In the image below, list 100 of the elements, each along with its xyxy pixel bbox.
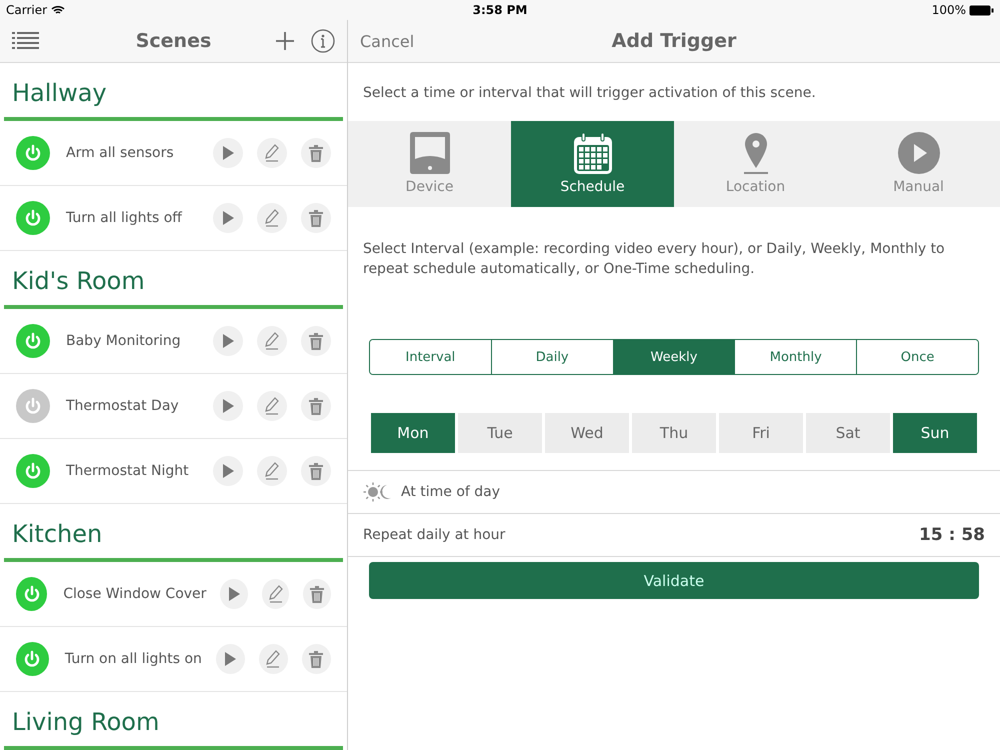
trash-icon (309, 650, 324, 668)
edit-button[interactable] (258, 644, 288, 674)
scene-name: Arm all sensors (66, 145, 175, 161)
edit-button[interactable] (257, 326, 287, 356)
delete-button[interactable] (301, 456, 331, 486)
scene-row[interactable]: Turn all lights off (0, 186, 347, 251)
power-icon (24, 332, 42, 350)
sun-moon-icon (363, 482, 393, 502)
cancel-button[interactable]: Cancel (360, 32, 414, 50)
interval-description: Select Interval (example: recording video every hour), or Daily, Weekly, Monthly to repeat schedule automatically, or One-Time scheduling. (362, 240, 946, 279)
power-icon (23, 650, 42, 668)
power-toggle[interactable] (16, 324, 50, 358)
power-toggle[interactable] (16, 577, 48, 611)
trash-icon (309, 144, 323, 162)
play-icon (222, 146, 234, 160)
repeat-row[interactable]: Repeat daily at hour 15 : 58 (348, 513, 1000, 556)
day-button[interactable]: Sat (806, 413, 890, 453)
group-name: Kid's Room (12, 267, 145, 295)
trigger-type-tab[interactable]: Schedule (511, 121, 674, 207)
pencil-icon (265, 650, 282, 668)
frequency-segment[interactable]: Weekly (612, 340, 734, 374)
play-icon (222, 399, 234, 413)
pencil-icon (264, 332, 280, 350)
calendar-icon (572, 133, 612, 175)
power-icon (24, 397, 42, 415)
scene-row[interactable]: Close Window Cover (0, 562, 347, 627)
edit-button[interactable] (257, 138, 287, 168)
pencil-icon (264, 397, 280, 415)
power-toggle[interactable] (16, 454, 50, 488)
play-icon (224, 652, 236, 666)
power-toggle[interactable] (16, 389, 50, 423)
scene-row[interactable]: Thermostat Night (0, 439, 347, 504)
day-button[interactable]: Wed (545, 413, 629, 453)
trigger-type-tab[interactable]: Device (348, 121, 511, 207)
power-toggle[interactable] (16, 642, 49, 676)
carrier-label: Carrier (6, 3, 48, 17)
delete-button[interactable] (301, 326, 331, 356)
delete-button[interactable] (301, 391, 331, 421)
group-name: Kitchen (12, 520, 102, 548)
scene-row[interactable]: Arm all sensors (0, 121, 347, 186)
add-icon[interactable] (275, 31, 295, 51)
scene-name: Turn on all lights on (64, 651, 202, 667)
scene-row[interactable]: Turn on all lights on (0, 627, 347, 692)
play-icon (222, 334, 234, 348)
pencil-icon (268, 585, 284, 603)
pencil-icon (264, 209, 280, 227)
trash-icon (309, 332, 323, 350)
power-toggle[interactable] (16, 201, 50, 235)
pencil-icon (264, 144, 280, 162)
day-button[interactable]: Fri (719, 413, 803, 453)
repeat-label: Repeat daily at hour (363, 527, 506, 543)
repeat-time: 15 : 58 (919, 525, 985, 545)
edit-button[interactable] (262, 579, 290, 609)
play-icon (228, 587, 240, 601)
edit-button[interactable] (257, 456, 287, 486)
battery-percent: 100% (932, 3, 966, 17)
scene-row[interactable]: Baby Monitoring (0, 309, 347, 374)
scene-name: Thermostat Night (66, 463, 190, 479)
validate-button[interactable]: Validate (369, 562, 979, 599)
edit-button[interactable] (257, 203, 287, 233)
trigger-type-tab[interactable]: Manual (837, 121, 1000, 207)
trigger-type-tab[interactable]: Location (674, 121, 837, 207)
trash-icon (310, 586, 324, 602)
delete-button[interactable] (301, 203, 331, 233)
info-icon[interactable] (311, 29, 335, 53)
play-icon (896, 131, 940, 175)
delete-button[interactable] (302, 644, 331, 674)
dialog-title: Add Trigger (612, 30, 736, 52)
power-icon (22, 585, 41, 603)
play-button[interactable] (213, 203, 243, 233)
trash-icon (309, 210, 323, 226)
day-button[interactable]: Thu (632, 413, 716, 453)
day-button[interactable]: Tue (458, 413, 542, 453)
clock: 3:58 PM (472, 3, 528, 17)
delete-button[interactable] (303, 579, 332, 609)
scene-row[interactable]: Thermostat Day (0, 374, 347, 439)
power-toggle[interactable] (16, 136, 50, 170)
edit-button[interactable] (257, 391, 287, 421)
pencil-icon (264, 462, 280, 480)
power-icon (24, 209, 42, 227)
delete-button[interactable] (301, 138, 331, 168)
scene-name: Turn all lights off (66, 210, 184, 226)
scene-name: Close Window Cover (63, 586, 206, 602)
day-button[interactable]: Mon (371, 413, 455, 453)
day-button[interactable]: Sun (893, 413, 977, 453)
frequency-segment[interactable]: Once (856, 340, 978, 374)
scene-name: Baby Monitoring (66, 333, 182, 349)
play-icon (222, 211, 234, 225)
list-menu-icon[interactable] (12, 31, 39, 51)
play-button[interactable] (213, 391, 243, 421)
play-button[interactable] (220, 579, 248, 609)
group-name: Living Room (12, 708, 160, 736)
power-icon (24, 144, 42, 162)
play-button[interactable] (213, 138, 243, 168)
play-button[interactable] (213, 326, 243, 356)
play-button[interactable] (213, 456, 243, 486)
play-button[interactable] (216, 644, 245, 674)
wifi-icon (51, 5, 66, 15)
intro-text: Select a time or interval that will trigger activation of this scene. (362, 84, 817, 103)
time-of-day-label: At time of day (401, 484, 500, 500)
